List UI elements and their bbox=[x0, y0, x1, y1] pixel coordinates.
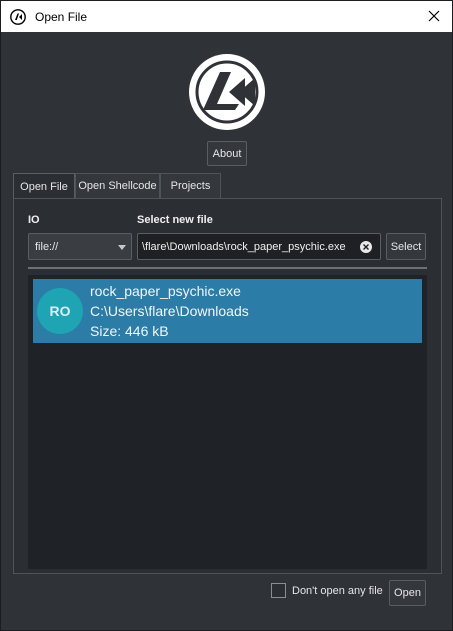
file-path: C:\Users\flare\Downloads bbox=[90, 303, 249, 319]
list-item[interactable]: RO rock_paper_psychic.exe C:\Users\flare… bbox=[33, 279, 422, 343]
tab-open-file[interactable]: Open File bbox=[13, 173, 75, 199]
close-button[interactable] bbox=[424, 6, 444, 26]
file-avatar: RO bbox=[37, 288, 83, 334]
dont-open-checkbox[interactable] bbox=[271, 583, 286, 598]
file-size: Size: 446 kB bbox=[90, 323, 169, 339]
select-file-label: Select new file bbox=[137, 214, 213, 226]
window-title: Open File bbox=[35, 9, 88, 24]
tab-projects[interactable]: Projects bbox=[160, 173, 221, 198]
tab-open-shellcode[interactable]: Open Shellcode bbox=[75, 173, 160, 198]
io-select[interactable]: file:// bbox=[28, 233, 132, 260]
iaito-logo-icon bbox=[10, 8, 26, 25]
title-bar: Open File bbox=[1, 1, 452, 32]
dont-open-label: Don't open any file bbox=[292, 585, 383, 597]
open-file-dialog: Open File About Open File Open Shellcode… bbox=[0, 0, 453, 631]
file-path-input[interactable]: \flare\Downloads\rock_paper_psychic.exe bbox=[137, 233, 381, 260]
file-path-value: \flare\Downloads\rock_paper_psychic.exe bbox=[142, 240, 346, 253]
chevron-down-icon bbox=[118, 245, 126, 250]
about-button[interactable]: About bbox=[207, 141, 247, 166]
separator bbox=[28, 267, 427, 269]
clear-icon[interactable] bbox=[360, 241, 372, 253]
open-file-panel: IO Select new file file:// \flare\Downlo… bbox=[13, 198, 442, 574]
iaito-logo bbox=[189, 54, 265, 130]
io-select-value: file:// bbox=[35, 240, 59, 253]
clear-x-glyph bbox=[363, 244, 369, 250]
recent-files-list[interactable]: RO rock_paper_psychic.exe C:\Users\flare… bbox=[28, 275, 427, 569]
close-icon bbox=[428, 10, 440, 22]
file-name: rock_paper_psychic.exe bbox=[90, 283, 241, 299]
io-label: IO bbox=[28, 214, 40, 226]
select-file-button[interactable]: Select bbox=[386, 233, 426, 260]
open-button[interactable]: Open bbox=[389, 580, 426, 606]
